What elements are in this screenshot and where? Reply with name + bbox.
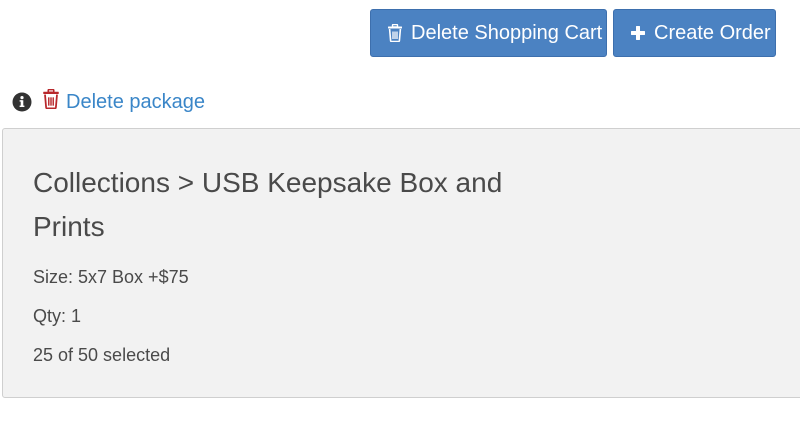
package-actions: Delete package (12, 88, 205, 115)
package-panel: Collections > USB Keepsake Box and Print… (2, 128, 800, 398)
trash-icon (42, 88, 60, 115)
toolbar: Delete Shopping Cart Create Order (370, 9, 776, 57)
package-title: Collections > USB Keepsake Box and Print… (33, 167, 503, 242)
package-size: Size: 5x7 Box +$75 (33, 267, 189, 287)
trash-icon (387, 24, 403, 42)
create-order-button[interactable]: Create Order (613, 9, 776, 57)
info-circle-icon[interactable] (12, 92, 32, 112)
package-qty: Qty: 1 (33, 306, 82, 326)
delete-package-link[interactable]: Delete package (42, 88, 205, 115)
plus-icon (630, 25, 646, 41)
create-order-label: Create Order (654, 21, 771, 44)
delete-shopping-cart-button[interactable]: Delete Shopping Cart (370, 9, 607, 57)
delete-package-label: Delete package (66, 90, 205, 113)
delete-shopping-cart-label: Delete Shopping Cart (411, 21, 603, 44)
package-selection-count: 25 of 50 selected (33, 345, 171, 365)
